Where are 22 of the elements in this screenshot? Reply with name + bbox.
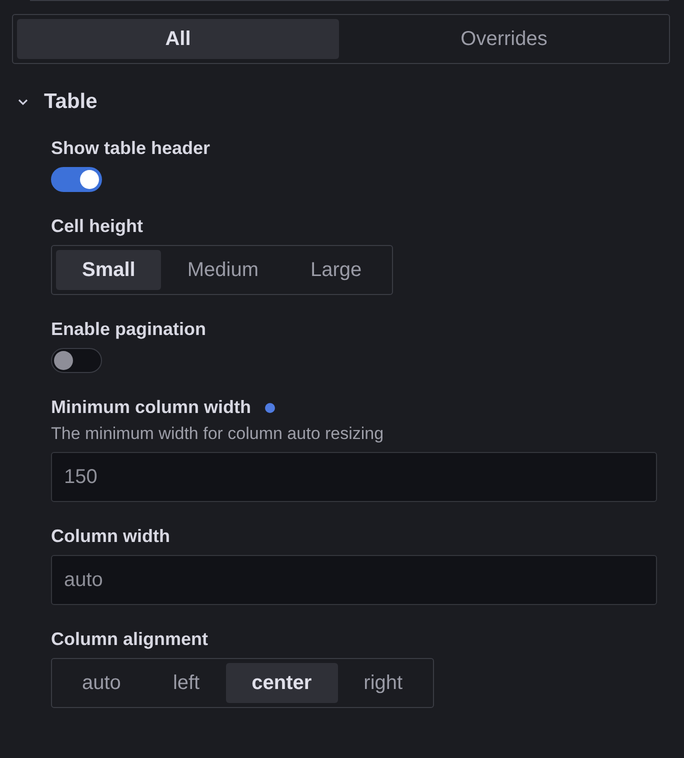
- field-label: Minimum column width: [51, 397, 251, 418]
- field-label: Show table header: [51, 138, 210, 159]
- radio-option[interactable]: Large: [284, 250, 388, 290]
- input-field[interactable]: 150: [51, 452, 657, 502]
- toggle-switch[interactable]: [51, 167, 102, 192]
- input-field[interactable]: auto: [51, 555, 657, 605]
- field-label: Column width: [51, 526, 170, 547]
- radio-option[interactable]: auto: [56, 663, 147, 703]
- radio-option[interactable]: center: [226, 663, 338, 703]
- toggle-switch[interactable]: [51, 348, 102, 373]
- modified-dot: [265, 402, 275, 412]
- field-description: The minimum width for column auto resizing: [51, 424, 384, 444]
- radio-option[interactable]: Small: [56, 250, 162, 290]
- radio-option[interactable]: left: [146, 663, 226, 703]
- section-title: Table: [44, 90, 98, 114]
- field-label: Column alignment: [51, 629, 208, 650]
- field-label: Cell height: [51, 216, 144, 237]
- field-label: Enable pagination: [51, 319, 206, 340]
- radio-option[interactable]: right: [338, 663, 429, 703]
- radio-option[interactable]: Medium: [161, 250, 284, 290]
- tab[interactable]: All: [17, 19, 339, 59]
- tab[interactable]: Overrides: [343, 19, 665, 59]
